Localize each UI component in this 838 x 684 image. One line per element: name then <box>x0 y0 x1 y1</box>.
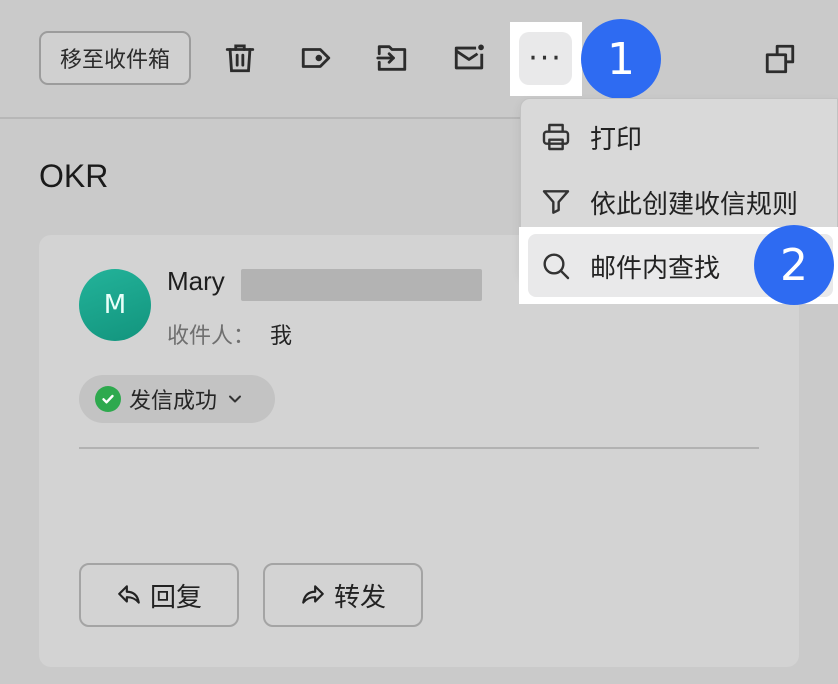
mail-unread-icon <box>454 44 484 70</box>
menu-item-label: 邮件内查找 <box>590 253 721 284</box>
trash-icon <box>225 44 255 73</box>
move-to-inbox-button[interactable]: 移至收件箱 <box>39 31 191 85</box>
redacted-email <box>241 269 482 301</box>
search-icon <box>543 253 570 280</box>
printer-icon <box>542 123 570 151</box>
menu-item-label: 打印 <box>590 124 643 155</box>
tag-button[interactable] <box>293 35 339 81</box>
forward-button[interactable]: 转发 <box>263 563 423 627</box>
send-status-badge[interactable]: 发信成功 <box>79 375 275 423</box>
card-divider <box>79 447 759 449</box>
recipient-label: 收件人： <box>167 324 256 349</box>
sender-name[interactable]: Mary <box>167 266 225 297</box>
tag-icon <box>301 48 331 68</box>
step-badge-2: 2 <box>754 225 834 305</box>
reply-button[interactable]: 回复 <box>79 563 239 627</box>
mark-unread-button[interactable] <box>446 35 492 81</box>
reply-label: 回复 <box>149 582 202 613</box>
chevron-down-icon <box>229 395 242 403</box>
menu-item-print[interactable]: 打印 <box>540 108 642 166</box>
step-badge-1: 1 <box>581 19 661 99</box>
open-window-button[interactable] <box>757 36 803 82</box>
send-status-label: 发信成功 <box>129 389 218 414</box>
window-icon <box>765 44 795 74</box>
check-circle-icon <box>95 386 121 412</box>
forward-icon <box>302 585 324 604</box>
filter-icon <box>542 190 570 214</box>
avatar: M <box>79 269 151 341</box>
move-button[interactable] <box>369 35 415 81</box>
delete-button[interactable] <box>217 35 263 81</box>
menu-item-find-in-mail[interactable]: 邮件内查找 <box>540 237 720 295</box>
reply-icon <box>118 585 140 604</box>
menu-item-create-rule[interactable]: 依此创建收信规则 <box>540 173 798 231</box>
forward-label: 转发 <box>333 582 386 613</box>
recipient-value[interactable]: 我 <box>270 318 292 350</box>
more-button[interactable]: ··· <box>519 32 572 85</box>
move-icon <box>376 45 407 71</box>
menu-item-label: 依此创建收信规则 <box>590 189 799 220</box>
mail-subject: OKR <box>39 158 109 194</box>
